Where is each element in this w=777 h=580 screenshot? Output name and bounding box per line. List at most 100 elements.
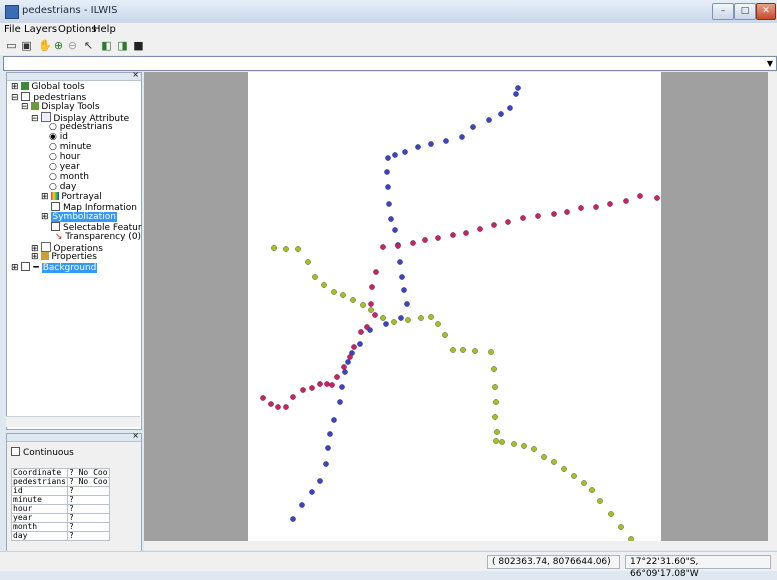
layer-checkbox[interactable] xyxy=(21,92,31,101)
new-map-icon[interactable]: ▭ xyxy=(5,39,18,52)
tree-item-selectable[interactable]: Selectable Featur xyxy=(51,222,142,233)
track-blue-point xyxy=(399,274,405,280)
track-olive-point xyxy=(435,321,441,327)
menu-help[interactable]: Help xyxy=(93,24,116,35)
track-blue-point xyxy=(345,359,351,365)
tree-item-display-tools[interactable]: ⊟ Display Tools xyxy=(21,102,100,112)
continuous-option[interactable]: Continuous xyxy=(11,447,74,458)
track-blue-point xyxy=(290,516,296,522)
track-blue-point xyxy=(337,399,343,405)
tree-item-properties[interactable]: ⊞ Properties xyxy=(31,252,97,262)
track-olive-point xyxy=(492,384,498,390)
attr-radio-year[interactable]: ○ year xyxy=(49,162,80,172)
tree-item-pedestrians[interactable]: ⊟ pedestrians xyxy=(11,92,86,103)
pointer-icon[interactable]: ↖ xyxy=(82,39,95,52)
tree-item-portrayal[interactable]: ⊞ Portrayal xyxy=(41,192,102,202)
track-magenta-point xyxy=(341,364,347,370)
track-magenta-point xyxy=(372,312,378,318)
track-blue-point xyxy=(402,149,408,155)
chevron-down-icon[interactable]: ▼ xyxy=(765,58,775,69)
track-olive-point xyxy=(295,246,301,252)
status-bar: ( 802363.74, 8076644.06) 17°22'31.60"S, … xyxy=(0,551,777,579)
pixel-info-table: Coordinate? No Coo pedestrians? No Coo i… xyxy=(11,468,110,541)
save-icon[interactable]: ■ xyxy=(132,39,145,52)
track-magenta-point xyxy=(334,374,340,380)
track-magenta-point xyxy=(358,329,364,335)
track-olive-point xyxy=(618,524,624,530)
tree-item-global-tools[interactable]: ⊞ Global tools xyxy=(11,82,85,92)
track-olive-point xyxy=(271,245,277,251)
attr-radio-minute[interactable]: ○ minute xyxy=(49,142,91,152)
track-olive-point xyxy=(418,315,424,321)
copy-icon[interactable]: ◨ xyxy=(116,39,129,52)
track-magenta-point xyxy=(380,244,386,250)
track-olive-point xyxy=(511,441,517,447)
track-olive-point xyxy=(312,274,318,280)
track-blue-point xyxy=(342,369,348,375)
track-blue-point xyxy=(385,155,391,161)
track-olive-point xyxy=(491,366,497,372)
track-magenta-point xyxy=(324,381,330,387)
track-blue-point xyxy=(513,91,519,97)
track-blue-point xyxy=(331,417,337,423)
track-magenta-point xyxy=(410,240,416,246)
tree-item-display-attribute[interactable]: ⊟ Display Attribute xyxy=(31,112,129,124)
attr-radio-pedestrians[interactable]: ○ pedestrians xyxy=(49,122,113,132)
track-magenta-point xyxy=(654,195,660,201)
track-olive-point xyxy=(428,314,434,320)
attr-radio-day[interactable]: ○ day xyxy=(49,182,76,192)
map-horizontal-scrollbar[interactable] xyxy=(144,541,777,550)
track-olive-point xyxy=(488,349,494,355)
command-line[interactable]: ▼ xyxy=(3,56,777,71)
close-icon[interactable]: × xyxy=(132,70,139,79)
track-blue-point xyxy=(428,141,434,147)
close-button[interactable]: ✕ xyxy=(756,3,776,20)
zoom-in-icon[interactable]: ⊕ xyxy=(52,39,65,52)
tree-item-map-information[interactable]: Map Information xyxy=(51,202,137,213)
map-svg[interactable] xyxy=(248,72,661,542)
map-canvas[interactable] xyxy=(248,72,661,542)
tree-item-transparency[interactable]: ↘ Transparency (0) xyxy=(55,232,141,242)
continuous-checkbox[interactable] xyxy=(11,447,20,456)
track-olive-point xyxy=(442,332,448,338)
menu-layers[interactable]: Layers xyxy=(24,24,57,35)
zoom-out-icon[interactable]: ⊖ xyxy=(66,39,79,52)
tree-item-symbolization[interactable]: ⊞ Symbolization xyxy=(41,212,117,222)
track-olive-point xyxy=(499,439,505,445)
selectable-checkbox[interactable] xyxy=(51,222,60,231)
track-blue-point xyxy=(515,85,521,91)
attr-radio-hour[interactable]: ○ hour xyxy=(49,152,80,162)
attr-radio-id[interactable]: ◉ id xyxy=(49,132,68,142)
minimize-button[interactable]: – xyxy=(712,3,734,20)
layer-tree-scrollbar[interactable] xyxy=(6,416,140,427)
track-olive-point xyxy=(340,292,346,298)
attr-radio-month[interactable]: ○ month xyxy=(49,172,89,182)
table-row: day? xyxy=(11,531,110,541)
track-magenta-point xyxy=(260,395,266,401)
layer-tree-panel: × ⊞ Global tools ⊟ pedestrians ⊟ Display… xyxy=(6,70,142,430)
tree-item-background[interactable]: ⊞ ━ Background xyxy=(11,262,98,273)
map-info-checkbox[interactable] xyxy=(51,202,60,211)
track-magenta-point xyxy=(505,219,511,225)
background-checkbox[interactable] xyxy=(21,262,31,271)
track-magenta-point xyxy=(491,222,497,228)
maximize-button[interactable]: □ xyxy=(734,3,756,20)
track-blue-point xyxy=(392,152,398,158)
track-olive-point xyxy=(305,259,311,265)
menu-file[interactable]: File xyxy=(4,24,21,35)
map-view[interactable] xyxy=(144,72,777,542)
track-olive-point xyxy=(493,438,499,444)
tree-item-operations[interactable]: ⊞ Operations xyxy=(31,242,103,254)
track-magenta-point xyxy=(450,232,456,238)
track-magenta-point xyxy=(283,404,289,410)
map-vertical-scrollbar[interactable] xyxy=(768,72,777,541)
menu-options[interactable]: Options xyxy=(58,24,97,35)
pan-icon[interactable]: ✋ xyxy=(38,39,52,52)
properties-icon xyxy=(41,252,50,260)
open-icon[interactable]: ▣ xyxy=(20,39,33,52)
track-olive-point xyxy=(521,443,527,449)
status-latlon: 17°22'31.60"S, 66°09'17.08"W xyxy=(625,555,771,579)
layers-icon[interactable]: ◧ xyxy=(100,39,113,52)
track-olive-point xyxy=(405,317,411,323)
close-icon[interactable]: × xyxy=(132,431,139,440)
